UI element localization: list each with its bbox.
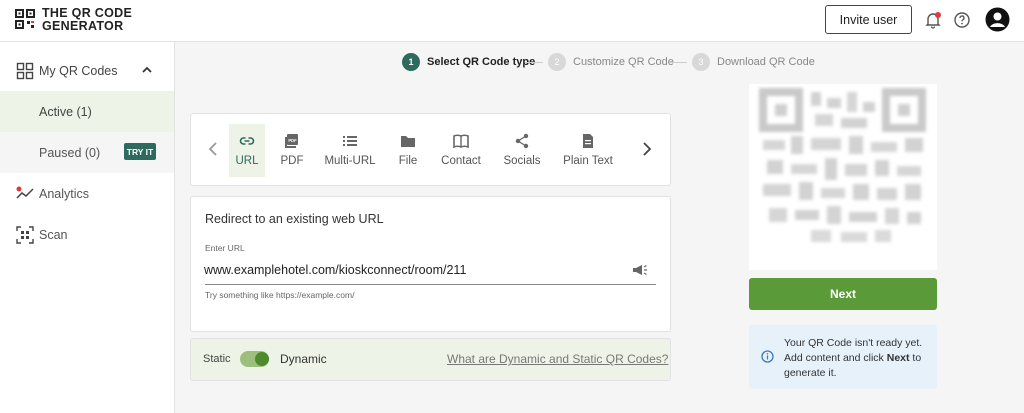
tab-contact[interactable]: Contact <box>439 124 483 177</box>
invite-user-button[interactable]: Invite user <box>825 5 912 34</box>
chevron-left-icon[interactable] <box>206 141 220 157</box>
sidebar: My QR Codes Active (1) Paused (0) Analyt… <box>0 42 175 413</box>
form-title: Redirect to an existing web URL <box>205 212 384 226</box>
scan-icon <box>16 226 34 244</box>
svg-text:PDF: PDF <box>288 138 297 143</box>
url-input[interactable] <box>204 259 626 281</box>
qr-placeholder-image <box>759 88 926 242</box>
next-button[interactable]: Next <box>749 278 937 310</box>
tab-socials[interactable]: Socials <box>501 124 543 177</box>
toggle-knob[interactable] <box>255 352 269 366</box>
tab-label: Multi-URL <box>324 155 376 167</box>
bell-icon[interactable] <box>922 9 944 31</box>
tab-label: Contact <box>441 155 481 167</box>
sidebar-item-analytics[interactable]: Analytics <box>0 173 174 214</box>
tab-multi-url[interactable]: Multi-URL <box>322 124 378 177</box>
step-label: Download QR Code <box>717 56 815 68</box>
sidebar-item-label: Scan <box>39 228 68 242</box>
step-number: 1 <box>402 53 420 71</box>
grid-qr-icon <box>16 62 34 80</box>
list-icon <box>343 136 357 146</box>
qr-logo-icon <box>15 9 35 29</box>
document-icon <box>583 134 593 148</box>
logo-line-2: GENERATOR <box>42 18 124 33</box>
step-customize: 2 Customize QR Code <box>548 52 674 72</box>
chevron-up-icon[interactable] <box>141 66 153 74</box>
contact-book-icon <box>453 134 469 149</box>
tab-label: Plain Text <box>563 155 613 167</box>
link-icon <box>239 137 255 145</box>
account-icon[interactable] <box>985 7 1010 32</box>
folder-icon <box>401 136 415 147</box>
step-divider <box>525 62 543 63</box>
step-download: 3 Download QR Code <box>692 52 815 72</box>
analytics-icon <box>16 186 34 199</box>
logo-line-1: THE QR CODE <box>42 6 133 20</box>
sidebar-item-label: Active (1) <box>39 105 92 119</box>
url-input-underline <box>205 284 656 285</box>
sidebar-item-active[interactable]: Active (1) <box>0 91 174 132</box>
tab-label: URL <box>235 155 259 167</box>
pdf-icon: PDF <box>285 134 298 148</box>
sidebar-item-scan[interactable]: Scan <box>0 214 174 255</box>
tab-pdf[interactable]: PDF PDF <box>276 124 308 177</box>
tab-plain-text[interactable]: Plain Text <box>561 124 615 177</box>
sidebar-item-label: My QR Codes <box>39 64 118 78</box>
static-label: Static <box>203 353 231 365</box>
logo-text: THE QR CODE GENERATOR <box>42 7 132 32</box>
tab-label: File <box>398 155 418 167</box>
help-icon[interactable] <box>951 9 973 31</box>
info-icon <box>761 350 774 363</box>
step-label: Select QR Code type <box>427 56 536 68</box>
tab-label: PDF <box>280 155 304 167</box>
url-field-label: Enter URL <box>205 243 245 253</box>
step-divider <box>669 62 687 63</box>
step-number: 3 <box>692 53 710 71</box>
step-number: 2 <box>548 53 566 71</box>
info-text-bold: Next <box>886 352 910 364</box>
step-select-type: 1 Select QR Code type <box>402 52 535 72</box>
tab-file[interactable]: File <box>394 124 422 177</box>
tab-label: Socials <box>503 155 541 167</box>
logo[interactable]: THE QR CODE GENERATOR <box>15 7 135 35</box>
step-label: Customize QR Code <box>573 56 674 68</box>
try-it-badge[interactable]: TRY IT <box>124 143 156 160</box>
dynamic-static-help-link[interactable]: What are Dynamic and Static QR Codes? <box>447 352 668 366</box>
share-icon <box>515 133 529 149</box>
sidebar-item-label: Analytics <box>39 187 90 201</box>
dynamic-label: Dynamic <box>280 352 327 366</box>
top-bar: THE QR CODE GENERATOR Invite user <box>0 0 1024 42</box>
sidebar-item-my-qr-codes[interactable]: My QR Codes <box>0 50 174 91</box>
sidebar-item-label: Paused (0) <box>39 146 101 160</box>
url-hint: Try something like https://example.com/ <box>205 290 355 300</box>
megaphone-icon[interactable] <box>632 264 648 277</box>
chevron-right-icon[interactable] <box>640 141 654 157</box>
tab-url[interactable]: URL <box>229 124 265 177</box>
info-message: Your QR Code isn't ready yet. Add conten… <box>784 336 930 381</box>
qr-preview <box>749 84 937 270</box>
